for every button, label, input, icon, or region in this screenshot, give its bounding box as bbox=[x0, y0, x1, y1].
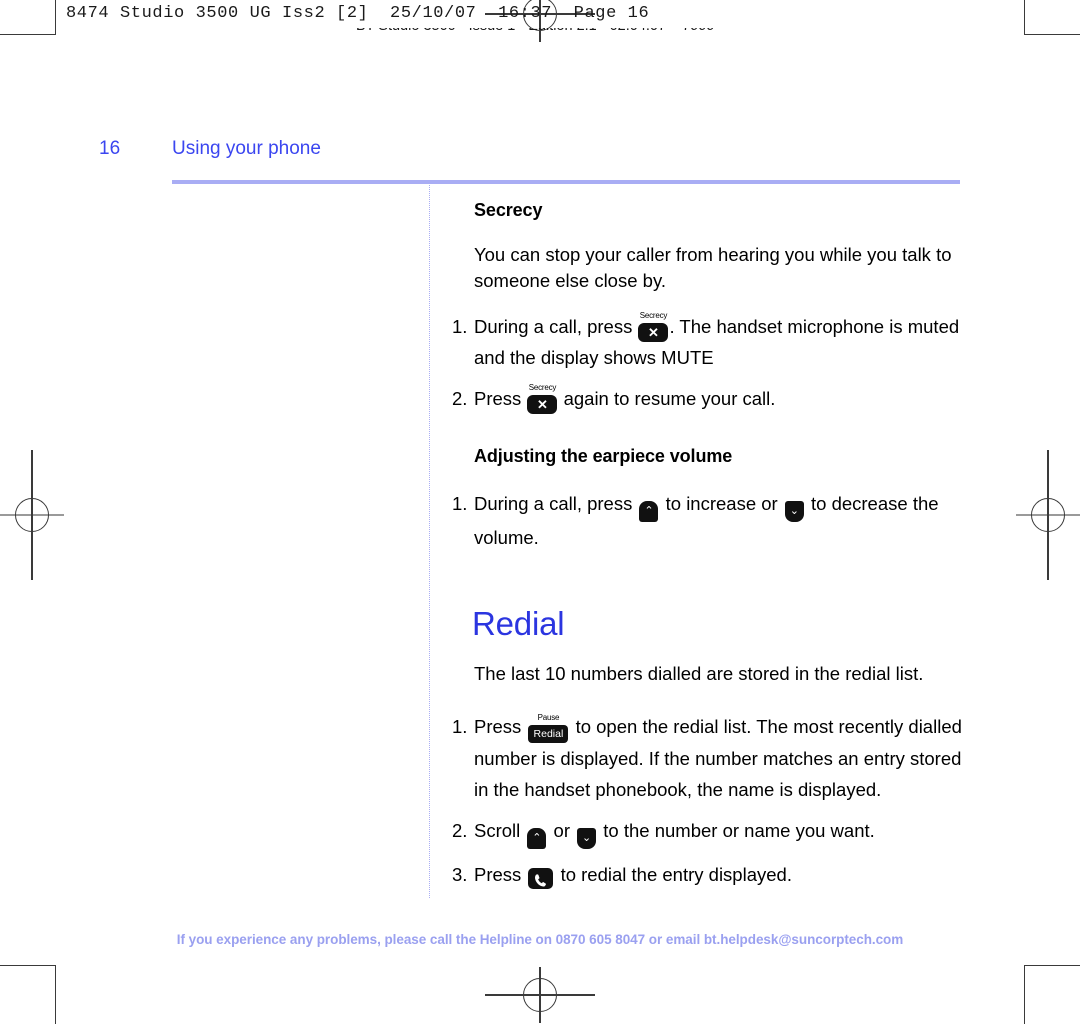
heading-earpiece-volume: Adjusting the earpiece volume bbox=[474, 446, 733, 466]
chevron-up-icon: ⌃ bbox=[644, 505, 654, 517]
secrecy-key-icon: Secrecy ✕ bbox=[638, 311, 669, 342]
phone-handset-icon bbox=[535, 873, 547, 887]
step-number: 2. bbox=[452, 819, 468, 841]
steps-earpiece-volume: 1. During a call, press ⌃ to increase or … bbox=[452, 488, 962, 553]
step-text: Press bbox=[474, 388, 522, 409]
step-number: 3. bbox=[452, 863, 468, 885]
registration-mark-bottom bbox=[485, 967, 595, 1023]
step-number: 2. bbox=[452, 388, 468, 409]
paragraph-secrecy-intro: You can stop your caller from hearing yo… bbox=[474, 244, 952, 291]
secrecy-key-label: Secrecy bbox=[639, 311, 668, 320]
steps-secrecy: 1. During a call, press Secrecy ✕. The han… bbox=[452, 311, 962, 414]
registration-mark-ring bbox=[1031, 498, 1065, 532]
step-text: Press bbox=[474, 863, 522, 885]
paragraph-redial-intro: The last 10 numbers dialled are stored i… bbox=[474, 663, 924, 684]
list-item: 1. During a call, press ⌃ to increase or … bbox=[452, 488, 962, 553]
scroll-up-key-icon: ⌃ bbox=[527, 827, 547, 849]
page-number: 16 bbox=[99, 138, 121, 159]
crop-mark-top-right bbox=[1024, 0, 1080, 35]
scroll-down-key-icon: ⌄ bbox=[577, 827, 597, 849]
column-divider bbox=[429, 180, 430, 898]
step-text: Press bbox=[474, 715, 522, 737]
list-item: 1. Press Pause Redial to open the redial l… bbox=[452, 711, 962, 805]
chevron-up-icon: ⌃ bbox=[532, 831, 542, 844]
step-number: 1. bbox=[452, 715, 468, 737]
secrecy-key-label: Secrecy bbox=[528, 383, 557, 392]
redial-key-icon: Pause Redial bbox=[528, 713, 569, 743]
registration-mark-ring bbox=[523, 978, 557, 1012]
secrecy-key-icon: Secrecy ✕ bbox=[527, 383, 558, 414]
footer-helpline-text: If you experience any problems, please c… bbox=[176, 932, 904, 947]
chevron-down-icon: ⌄ bbox=[582, 831, 592, 844]
content-column: Secrecy You can stop your caller from he… bbox=[452, 200, 962, 904]
crop-mark-top-left bbox=[0, 0, 56, 35]
step-number: 1. bbox=[452, 493, 468, 514]
volume-down-key-icon: ⌄ bbox=[784, 501, 804, 522]
prepress-slug-line: 8474 Studio 3500 UG Iss2 [2] 25/10/07 16… bbox=[66, 4, 650, 23]
registration-mark-ring bbox=[15, 498, 49, 532]
list-item: 2. Press Secrecy ✕ again to resume your ca… bbox=[452, 383, 962, 414]
list-item: 3. Press to redial the entry displayed. bbox=[452, 859, 962, 890]
list-item: 1. During a call, press Secrecy ✕. The han… bbox=[452, 311, 962, 373]
secrecy-key-glyph: ✕ bbox=[536, 397, 548, 412]
pause-key-label: Pause bbox=[537, 712, 560, 722]
running-head: Using your phone bbox=[172, 138, 321, 159]
registration-mark-right bbox=[1016, 450, 1080, 580]
crop-mark-bottom-right bbox=[1024, 965, 1080, 1024]
crop-mark-bottom-left bbox=[0, 965, 56, 1024]
step-text: to the number or name you want. bbox=[603, 819, 875, 841]
step-text: to redial the entry displayed. bbox=[560, 863, 792, 885]
steps-redial: 1. Press Pause Redial to open the redial l… bbox=[452, 711, 962, 890]
registration-mark-left bbox=[0, 450, 64, 580]
heading-redial: Redial bbox=[472, 605, 565, 642]
phone-handset-key-icon bbox=[528, 867, 554, 889]
chevron-down-icon: ⌄ bbox=[789, 505, 799, 517]
step-text: Scroll bbox=[474, 819, 521, 841]
step-number: 1. bbox=[452, 316, 468, 337]
step-text: During a call, press bbox=[474, 316, 633, 337]
secrecy-key-glyph: ✕ bbox=[648, 325, 659, 340]
list-item: 2. Scroll ⌃ or ⌄ to the number or name yo… bbox=[452, 815, 962, 849]
step-text: to increase or bbox=[665, 493, 778, 514]
volume-up-key-icon: ⌃ bbox=[639, 501, 659, 522]
redial-key-text: Redial bbox=[533, 727, 564, 740]
step-text: or bbox=[553, 819, 570, 841]
step-text: During a call, press bbox=[474, 493, 633, 514]
heading-secrecy: Secrecy bbox=[474, 200, 543, 220]
step-text: again to resume your call. bbox=[563, 388, 776, 409]
header-rule bbox=[172, 180, 960, 184]
